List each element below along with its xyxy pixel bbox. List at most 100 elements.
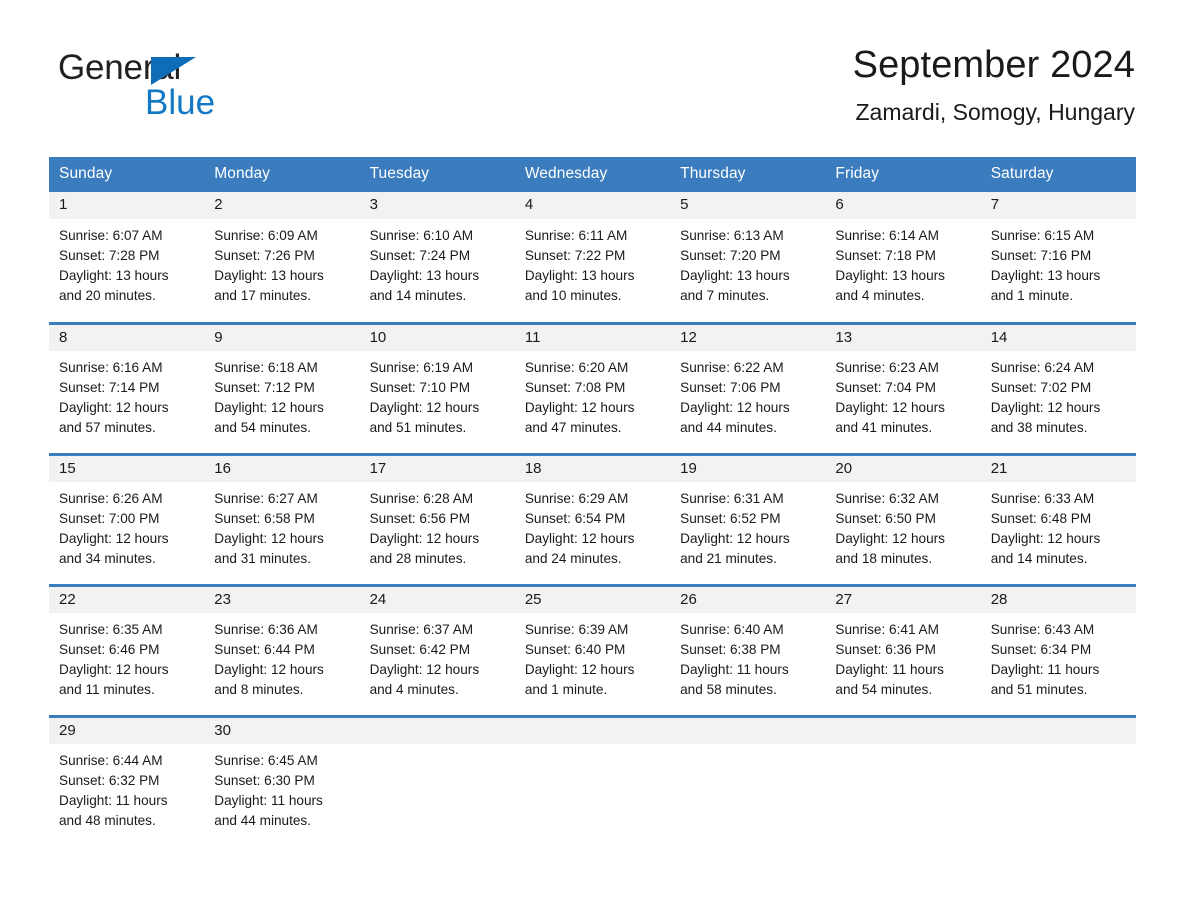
day-cell[interactable]: 12 Sunrise: 6:22 AM Sunset: 7:06 PM Dayl… (670, 321, 826, 454)
day-details: Sunrise: 6:07 AM Sunset: 7:28 PM Dayligh… (49, 219, 204, 306)
day-details: Sunrise: 6:22 AM Sunset: 7:06 PM Dayligh… (670, 351, 825, 438)
day-cell[interactable]: 25 Sunrise: 6:39 AM Sunset: 6:40 PM Dayl… (514, 583, 671, 716)
sunrise-text: Sunrise: 6:29 AM (524, 491, 629, 507)
day-number: 11 (514, 324, 671, 352)
day-cell[interactable]: 6 Sunrise: 6:14 AM Sunset: 7:18 PM Dayli… (825, 192, 981, 323)
day-cell[interactable]: 28 Sunrise: 6:43 AM Sunset: 6:34 PM Dayl… (980, 583, 1136, 716)
day-number: 24 (359, 586, 515, 614)
calendar-body: 1 Sunrise: 6:07 AM Sunset: 7:28 PM Dayli… (49, 192, 1136, 847)
sunset-text: Sunset: 6:52 PM (680, 511, 781, 527)
day-cell[interactable]: 5 Sunrise: 6:13 AM Sunset: 7:20 PM Dayli… (670, 192, 826, 323)
day-cell[interactable]: 16 Sunrise: 6:27 AM Sunset: 6:58 PM Dayl… (204, 452, 360, 585)
daylight-text-line1: Daylight: 12 hours (835, 400, 945, 416)
day-details: Sunrise: 6:29 AM Sunset: 6:54 PM Dayligh… (515, 482, 670, 569)
daylight-text-line2: and 47 minutes. (524, 420, 622, 436)
daylight-text-line2: and 48 minutes. (59, 813, 156, 829)
sunrise-text: Sunrise: 6:26 AM (59, 491, 163, 507)
day-cell[interactable]: 15 Sunrise: 6:26 AM Sunset: 7:00 PM Dayl… (49, 452, 205, 585)
daylight-text-line2: and 41 minutes. (835, 420, 933, 436)
weekday-header-saturday: Saturday (980, 157, 1136, 192)
day-cell[interactable]: 3 Sunrise: 6:10 AM Sunset: 7:24 PM Dayli… (359, 192, 515, 323)
day-details: Sunrise: 6:23 AM Sunset: 7:04 PM Dayligh… (825, 351, 980, 438)
day-cell[interactable]: 29 Sunrise: 6:44 AM Sunset: 6:32 PM Dayl… (49, 714, 205, 847)
day-cell[interactable]: 2 Sunrise: 6:09 AM Sunset: 7:26 PM Dayli… (204, 192, 360, 323)
title-block: September 2024 Zamardi, Somogy, Hungary (853, 44, 1135, 125)
daylight-text-line2: and 7 minutes. (680, 287, 770, 303)
day-cell[interactable]: 23 Sunrise: 6:36 AM Sunset: 6:44 PM Dayl… (204, 583, 360, 716)
day-cell[interactable]: 30 Sunrise: 6:45 AM Sunset: 6:30 PM Dayl… (204, 714, 360, 847)
day-details: Sunrise: 6:19 AM Sunset: 7:10 PM Dayligh… (360, 351, 515, 438)
day-cell[interactable]: 1 Sunrise: 6:07 AM Sunset: 7:28 PM Dayli… (49, 192, 205, 323)
day-cell[interactable]: 19 Sunrise: 6:31 AM Sunset: 6:52 PM Dayl… (670, 452, 826, 585)
daylight-text-line2: and 28 minutes. (369, 551, 467, 567)
day-cell[interactable]: 11 Sunrise: 6:20 AM Sunset: 7:08 PM Dayl… (514, 321, 671, 454)
daylight-text-line1: Daylight: 13 hours (59, 267, 169, 283)
sunset-text: Sunset: 6:56 PM (369, 511, 471, 527)
sunrise-text: Sunrise: 6:09 AM (214, 227, 318, 243)
general-blue-logo[interactable]: General Blue (58, 50, 258, 122)
calendar-week-row: 15 Sunrise: 6:26 AM Sunset: 7:00 PM Dayl… (49, 452, 1136, 585)
day-cell[interactable]: 8 Sunrise: 6:16 AM Sunset: 7:14 PM Dayli… (49, 321, 205, 454)
sunrise-text: Sunrise: 6:20 AM (524, 360, 629, 376)
calendar-table-wrapper: Sunday Monday Tuesday Wednesday Thursday… (49, 157, 1136, 847)
day-details: Sunrise: 6:43 AM Sunset: 6:34 PM Dayligh… (981, 613, 1136, 700)
day-details: Sunrise: 6:11 AM Sunset: 7:22 PM Dayligh… (515, 219, 670, 306)
sunset-text: Sunset: 7:08 PM (524, 380, 626, 396)
day-cell-empty (825, 714, 981, 847)
daylight-text-line1: Daylight: 13 hours (214, 267, 324, 283)
day-cell[interactable]: 4 Sunrise: 6:11 AM Sunset: 7:22 PM Dayli… (514, 192, 671, 323)
page-masthead: General Blue September 2024 Zamardi, Som… (0, 0, 1188, 124)
daylight-text-line1: Daylight: 12 hours (59, 662, 169, 678)
sunset-text: Sunset: 6:48 PM (990, 511, 1092, 527)
sunset-text: Sunset: 7:06 PM (680, 380, 781, 396)
day-details: Sunrise: 6:31 AM Sunset: 6:52 PM Dayligh… (670, 482, 825, 569)
day-cell[interactable]: 7 Sunrise: 6:15 AM Sunset: 7:16 PM Dayli… (980, 192, 1136, 323)
sunrise-text: Sunrise: 6:27 AM (214, 491, 318, 507)
day-cell[interactable]: 20 Sunrise: 6:32 AM Sunset: 6:50 PM Dayl… (825, 452, 981, 585)
sunset-text: Sunset: 6:46 PM (59, 642, 160, 658)
daylight-text-line1: Daylight: 12 hours (59, 531, 169, 547)
sunset-text: Sunset: 7:12 PM (214, 380, 315, 396)
day-cell[interactable]: 18 Sunrise: 6:29 AM Sunset: 6:54 PM Dayl… (514, 452, 671, 585)
sunrise-text: Sunrise: 6:13 AM (680, 227, 784, 243)
day-cell[interactable]: 27 Sunrise: 6:41 AM Sunset: 6:36 PM Dayl… (825, 583, 981, 716)
day-cell[interactable]: 24 Sunrise: 6:37 AM Sunset: 6:42 PM Dayl… (359, 583, 515, 716)
daylight-text-line2: and 44 minutes. (214, 813, 312, 829)
day-number: 23 (204, 586, 360, 614)
calendar-page: General Blue September 2024 Zamardi, Som… (0, 0, 1188, 918)
day-details: Sunrise: 6:24 AM Sunset: 7:02 PM Dayligh… (981, 351, 1136, 438)
day-cell[interactable]: 14 Sunrise: 6:24 AM Sunset: 7:02 PM Dayl… (980, 321, 1136, 454)
daylight-text-line1: Daylight: 13 hours (680, 267, 790, 283)
day-cell[interactable]: 13 Sunrise: 6:23 AM Sunset: 7:04 PM Dayl… (825, 321, 981, 454)
day-cell[interactable]: 17 Sunrise: 6:28 AM Sunset: 6:56 PM Dayl… (359, 452, 515, 585)
daylight-text-line2: and 31 minutes. (214, 551, 312, 567)
sunset-text: Sunset: 7:00 PM (59, 511, 160, 527)
daylight-text-line2: and 14 minutes. (369, 287, 467, 303)
daylight-text-line2: and 10 minutes. (524, 287, 622, 303)
daylight-text-line1: Daylight: 11 hours (59, 793, 168, 809)
sunset-text: Sunset: 7:20 PM (680, 247, 781, 263)
sunset-text: Sunset: 6:38 PM (680, 642, 781, 658)
daylight-text-line2: and 51 minutes. (369, 420, 467, 436)
sunset-text: Sunset: 7:16 PM (990, 247, 1092, 263)
sunrise-text: Sunrise: 6:16 AM (59, 360, 163, 376)
sunrise-text: Sunrise: 6:41 AM (835, 622, 939, 638)
day-number: 17 (359, 455, 515, 483)
day-cell[interactable]: 21 Sunrise: 6:33 AM Sunset: 6:48 PM Dayl… (980, 452, 1136, 585)
sunrise-text: Sunrise: 6:14 AM (835, 227, 939, 243)
calendar-week-row: 22 Sunrise: 6:35 AM Sunset: 6:46 PM Dayl… (49, 583, 1136, 716)
day-cell[interactable]: 26 Sunrise: 6:40 AM Sunset: 6:38 PM Dayl… (670, 583, 826, 716)
daylight-text-line1: Daylight: 12 hours (524, 662, 635, 678)
daylight-text-line1: Daylight: 12 hours (524, 531, 635, 547)
day-cell[interactable]: 10 Sunrise: 6:19 AM Sunset: 7:10 PM Dayl… (359, 321, 515, 454)
sunrise-text: Sunrise: 6:10 AM (369, 227, 474, 243)
day-cell[interactable]: 22 Sunrise: 6:35 AM Sunset: 6:46 PM Dayl… (49, 583, 205, 716)
page-title: September 2024 (852, 44, 1135, 86)
day-details: Sunrise: 6:10 AM Sunset: 7:24 PM Dayligh… (360, 219, 515, 306)
day-cell[interactable]: 9 Sunrise: 6:18 AM Sunset: 7:12 PM Dayli… (204, 321, 360, 454)
day-number: 13 (825, 324, 981, 352)
sunrise-text: Sunrise: 6:28 AM (369, 491, 474, 507)
sunrise-text: Sunrise: 6:18 AM (214, 360, 318, 376)
day-details: Sunrise: 6:18 AM Sunset: 7:12 PM Dayligh… (204, 351, 359, 438)
day-details: Sunrise: 6:28 AM Sunset: 6:56 PM Dayligh… (360, 482, 515, 569)
